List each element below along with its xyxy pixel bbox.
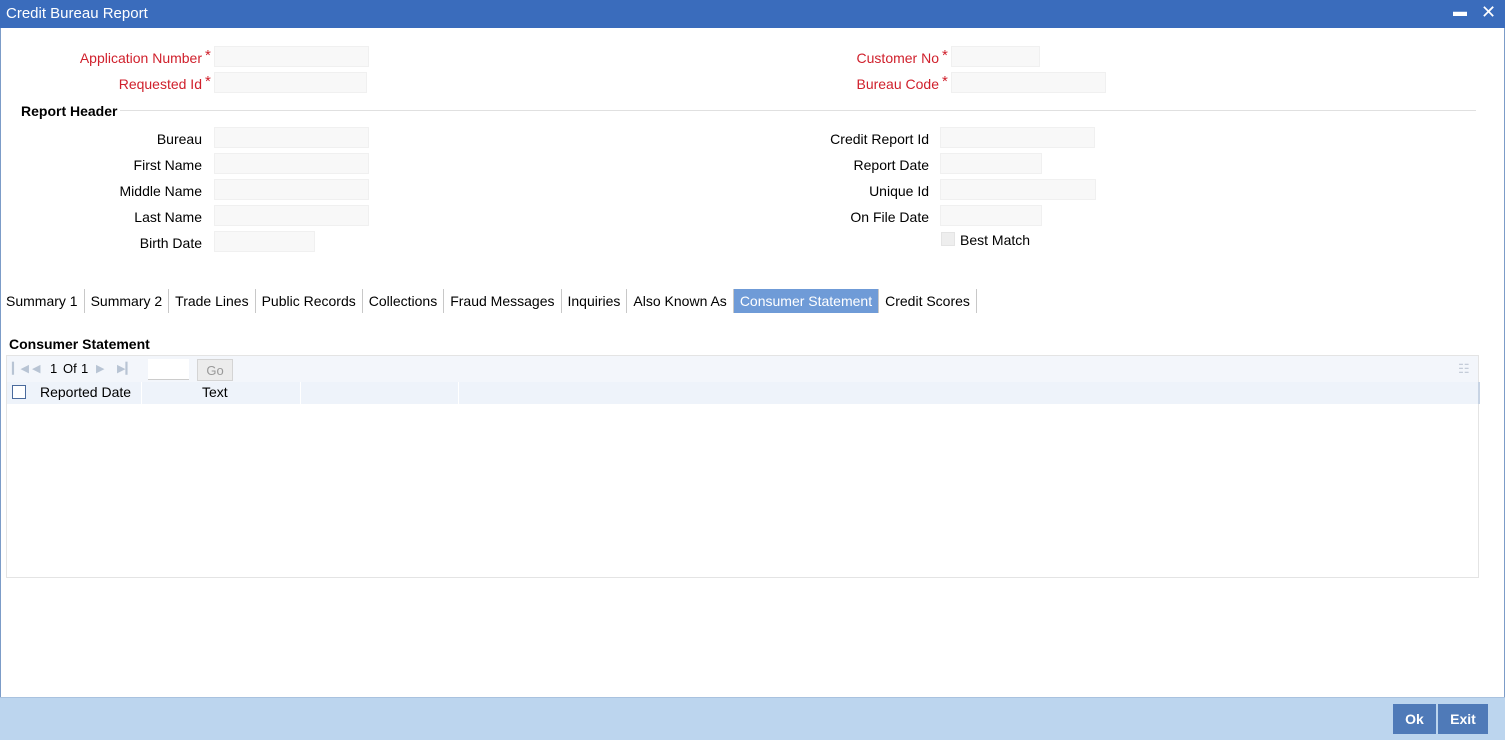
last-name-label: Last Name: [134, 209, 202, 225]
section-divider: [120, 110, 1476, 111]
exit-button[interactable]: Exit: [1438, 704, 1488, 734]
page-of-label: Of: [63, 361, 77, 376]
consumer-statement-title: Consumer Statement: [9, 336, 150, 352]
select-all-checkbox[interactable]: [12, 385, 26, 399]
unique-id-field[interactable]: [940, 179, 1096, 200]
middle-name-label: Middle Name: [119, 183, 202, 199]
page-number-input[interactable]: [148, 359, 189, 380]
tab-bar: Summary 1 Summary 2 Trade Lines Public R…: [0, 289, 977, 313]
total-pages: 1: [81, 361, 89, 376]
report-date-field[interactable]: [940, 153, 1042, 174]
bureau-code-field[interactable]: [951, 72, 1106, 93]
bureau-field[interactable]: [214, 127, 369, 148]
previous-page-icon[interactable]: ◀: [32, 362, 40, 375]
tab-credit-scores[interactable]: Credit Scores: [879, 289, 977, 313]
minimize-icon[interactable]: ▬: [1453, 3, 1467, 19]
go-button[interactable]: Go: [197, 359, 233, 381]
tab-also-known-as[interactable]: Also Known As: [627, 289, 734, 313]
title-bar: Credit Bureau Report ▬ ✕: [0, 0, 1505, 28]
ok-button[interactable]: Ok: [1393, 704, 1436, 734]
birth-date-label: Birth Date: [139, 235, 202, 251]
column-header-text[interactable]: Text: [202, 382, 228, 403]
birth-date-field[interactable]: [214, 231, 315, 252]
empty-column-cell: [301, 382, 459, 404]
column-header-reported-date[interactable]: Reported Date: [40, 382, 131, 403]
tab-trade-lines[interactable]: Trade Lines: [169, 289, 256, 313]
customer-no-label: Customer No: [856, 50, 939, 66]
bureau-label: Bureau: [156, 131, 202, 147]
close-icon[interactable]: ✕: [1481, 2, 1496, 23]
last-name-field[interactable]: [214, 205, 369, 226]
first-name-field[interactable]: [214, 153, 369, 174]
last-page-icon[interactable]: ▶▎: [117, 362, 134, 375]
pager-bar: ▎◀ ◀ 1 Of 1 ▶ ▶▎ Go ☷: [7, 356, 1478, 382]
text-column-cell: Text: [142, 382, 301, 404]
best-match-checkbox[interactable]: [941, 232, 955, 246]
on-file-date-field[interactable]: [940, 205, 1042, 226]
required-mark: *: [205, 47, 211, 64]
column-settings-icon[interactable]: ☷: [1458, 361, 1470, 377]
tab-public-records[interactable]: Public Records: [256, 289, 363, 313]
select-all-cell: Reported Date: [7, 382, 142, 404]
requested-id-field[interactable]: [214, 72, 367, 93]
credit-report-id-label: Credit Report Id: [830, 131, 929, 147]
current-page: 1: [50, 361, 58, 376]
next-page-icon[interactable]: ▶: [96, 362, 104, 375]
application-number-label: Application Number: [79, 50, 202, 66]
tab-inquiries[interactable]: Inquiries: [562, 289, 628, 313]
middle-name-field[interactable]: [214, 179, 369, 200]
first-name-label: First Name: [133, 157, 202, 173]
unique-id-label: Unique Id: [869, 183, 929, 199]
required-mark: *: [205, 73, 211, 90]
footer-bar: Ok Exit: [0, 697, 1505, 740]
tab-collections[interactable]: Collections: [363, 289, 445, 313]
tab-fraud-messages[interactable]: Fraud Messages: [444, 289, 562, 313]
credit-report-id-field[interactable]: [940, 127, 1095, 148]
bureau-code-label: Bureau Code: [856, 76, 939, 92]
grid-header-row: Reported Date Text: [7, 382, 1480, 404]
required-mark: *: [942, 73, 948, 90]
tab-summary-1[interactable]: Summary 1: [0, 289, 85, 313]
application-number-field[interactable]: [214, 46, 369, 67]
customer-no-field[interactable]: [951, 46, 1040, 67]
on-file-date-label: On File Date: [850, 209, 929, 225]
report-header-title: Report Header: [21, 103, 118, 119]
best-match-label: Best Match: [960, 232, 1031, 248]
tab-summary-2[interactable]: Summary 2: [85, 289, 170, 313]
tab-consumer-statement[interactable]: Consumer Statement: [733, 289, 880, 313]
window-title: Credit Bureau Report: [6, 5, 148, 22]
required-mark: *: [942, 47, 948, 64]
first-page-icon[interactable]: ▎◀: [12, 362, 29, 375]
requested-id-label: Requested Id: [118, 76, 202, 92]
report-date-label: Report Date: [853, 157, 929, 173]
